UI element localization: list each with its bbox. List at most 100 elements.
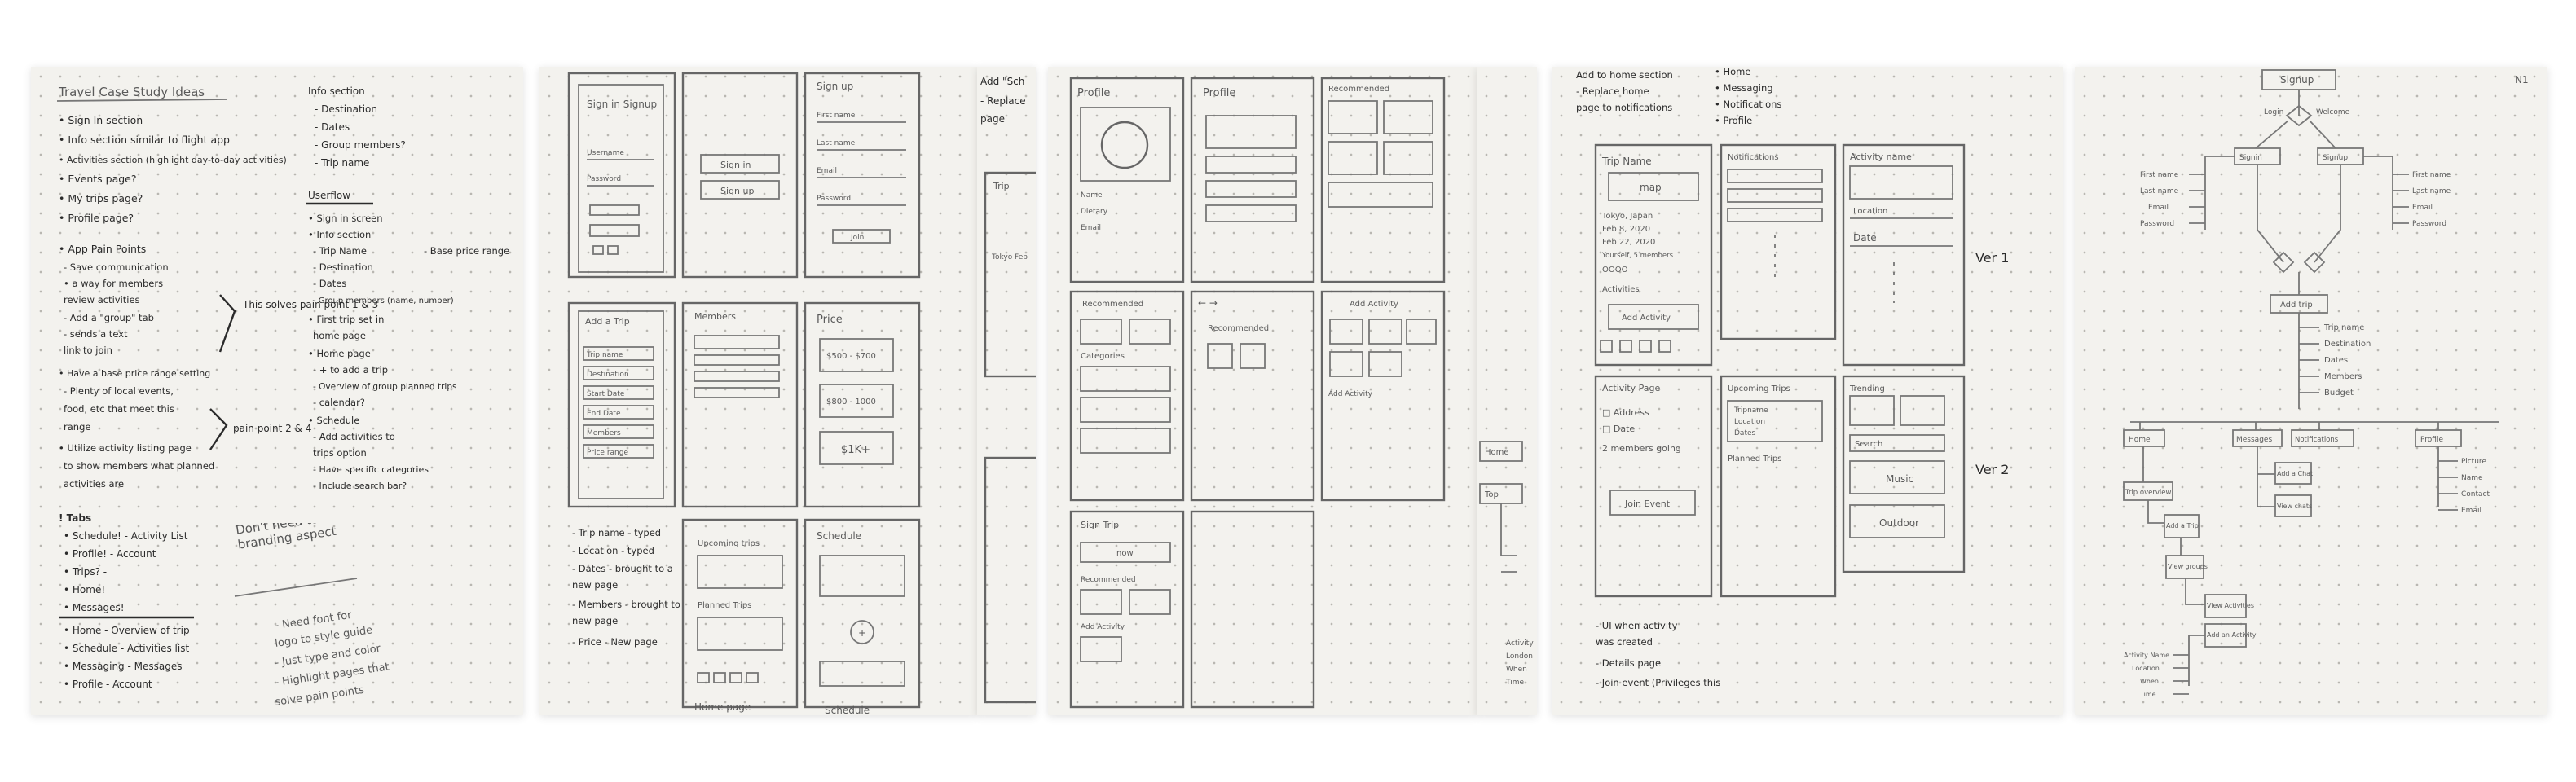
- userflow-line: - Dates: [313, 278, 346, 289]
- wf-label: Add a Trip: [585, 316, 630, 327]
- flow-node: View groups: [2168, 563, 2208, 570]
- tabs-heading: ! Tabs: [59, 512, 91, 524]
- wf-label: Dietary: [1081, 208, 1108, 216]
- wf-label: Profile: [1203, 87, 1235, 99]
- flow-node: Activity Name: [2124, 652, 2169, 659]
- wf-label: Tokyo Feb: [991, 253, 1028, 261]
- wf-label: Tripname: [1733, 406, 1768, 415]
- wf-label: Destination: [587, 371, 629, 379]
- userflow-line: • Home page: [308, 348, 371, 359]
- userflow-line: - Destination: [313, 261, 373, 273]
- flow-node: Last name: [2412, 187, 2451, 196]
- pain-point-line: • a way for members: [64, 278, 163, 289]
- wf-label: Sign up: [720, 186, 754, 196]
- wf-label: Password: [817, 195, 851, 203]
- bottom-note: - Join event (Privileges this: [1596, 677, 1720, 688]
- flow-node: Home: [2129, 436, 2151, 444]
- flow-node: View Activities: [2207, 602, 2254, 609]
- page-2-wireframes: Sign in Signup Username Password Sign in…: [567, 72, 921, 715]
- userflow-line: - Overview of group planned trips: [313, 382, 456, 392]
- info-line: - Dates: [315, 121, 350, 133]
- wf-label: Trip name: [586, 351, 623, 359]
- nav-line: • Home - Overview of trip: [64, 625, 190, 636]
- flow-node: Email: [2461, 507, 2481, 515]
- wf-label: Members: [587, 429, 621, 437]
- flow-node: Login: [2264, 108, 2283, 116]
- userflow-line: - Include search bar?: [313, 481, 407, 491]
- wf-label: Recommended: [1082, 300, 1143, 309]
- flow-node: Add a Trip: [2166, 522, 2199, 529]
- wf-label: Location: [1853, 207, 1887, 216]
- notebook-page-1: Travel Case Study Ideas • Sign In sectio…: [31, 67, 523, 715]
- wf-label: Dates: [1734, 429, 1756, 437]
- wf-label: Password: [587, 175, 621, 183]
- pain-point-line: - Save communication: [64, 261, 169, 273]
- wf-label: Music: [1886, 473, 1913, 485]
- userflow-line: • First trip set in: [308, 314, 384, 325]
- wf-note: new page: [572, 579, 618, 591]
- wf-note: - Dates - brought to a: [572, 563, 673, 574]
- userflow-line: - Group members (name, number): [313, 297, 454, 305]
- flow-node: Email: [2412, 204, 2433, 212]
- wf-note: - Location - typed: [572, 545, 654, 556]
- userflow-line: • Info section: [308, 229, 371, 240]
- note-line: • Events page?: [59, 173, 137, 185]
- wf-label: When: [1506, 666, 1527, 674]
- flow-node: Profile: [2420, 436, 2443, 444]
- wf-label: Upcoming Trips: [1728, 384, 1790, 393]
- flow-node: Signin: [2239, 154, 2262, 162]
- wf-label: Email: [817, 167, 837, 175]
- userflow-heading: Userflow: [308, 190, 350, 201]
- wf-label: Members: [694, 311, 736, 322]
- pain-point-line: activities are: [64, 478, 124, 490]
- flow-node: Signup: [2280, 74, 2314, 86]
- flow-node: Location: [2132, 665, 2160, 672]
- wf-note: - Members - brought to: [572, 599, 680, 610]
- wf-label: Activity name: [1850, 152, 1912, 162]
- top-note: - Replace home: [1576, 86, 1649, 97]
- wf-label: Trip: [993, 181, 1010, 191]
- wf-label: $800 - 1000: [826, 398, 876, 406]
- wf-label: Top: [1484, 490, 1499, 499]
- wf-label: Search: [1855, 440, 1882, 449]
- pain-point-line: • Utilize activity listing page: [59, 442, 192, 454]
- wf-label: Recommended: [1328, 85, 1389, 94]
- wf-label: $500 - $700: [826, 352, 876, 361]
- userflow-line: - calendar?: [313, 397, 365, 408]
- wf-label: Sign Trip: [1081, 520, 1119, 530]
- page-3-wireframes: Profile Name Dietary Email Profile Recom…: [1069, 77, 1446, 709]
- wf-label: Outdoor: [1879, 517, 1919, 529]
- wf-label: Profile: [1077, 87, 1110, 99]
- wf-label: Schedule: [817, 530, 861, 542]
- page-1-sketch: Travel Case Study Ideas • Sign In sectio…: [56, 85, 509, 709]
- nav-line: • Profile - Account: [64, 679, 152, 690]
- notebook-page-3-edge: Home Top Activity London When Time: [1477, 67, 1537, 715]
- userflow-line: trips option: [313, 447, 367, 459]
- pain-point-line: link to join: [64, 345, 112, 356]
- tab-line: • Home!: [64, 584, 105, 595]
- page-3-edge-sketch: Home Top Activity London When Time: [1479, 441, 1534, 687]
- wf-label: Add Activity: [1328, 390, 1373, 398]
- top-note: • Profile: [1715, 115, 1752, 126]
- wf-label: □ Date: [1602, 424, 1635, 434]
- flow-node: First name: [2412, 171, 2451, 179]
- wf-label: London: [1506, 652, 1533, 661]
- wf-label: now: [1116, 549, 1134, 558]
- version-label: Ver 2: [1975, 462, 2009, 477]
- wf-note: new page: [572, 615, 618, 626]
- wf-label: Tokyo, Japan: [1601, 212, 1653, 221]
- top-note: • Notifications: [1715, 99, 1781, 110]
- pain-point-line: - Plenty of local events,: [64, 385, 174, 397]
- bottom-note: - Details page: [1596, 657, 1661, 669]
- flow-node: Trip overview: [2125, 489, 2171, 497]
- wf-label: Feb 22, 2020: [1602, 238, 1655, 247]
- wf-label: Add Activity: [1350, 300, 1398, 309]
- flow-node: Trip name: [2323, 323, 2364, 332]
- wf-label: Start Date: [587, 390, 625, 398]
- flow-node: Budget: [2324, 389, 2354, 398]
- userflow-line: - + to add a trip: [313, 364, 388, 376]
- wf-label: Last name: [817, 139, 856, 147]
- wf-label: Join: [850, 234, 864, 242]
- wf-label: Recommended: [1208, 324, 1269, 333]
- wf-label: Add Activity: [1622, 314, 1671, 323]
